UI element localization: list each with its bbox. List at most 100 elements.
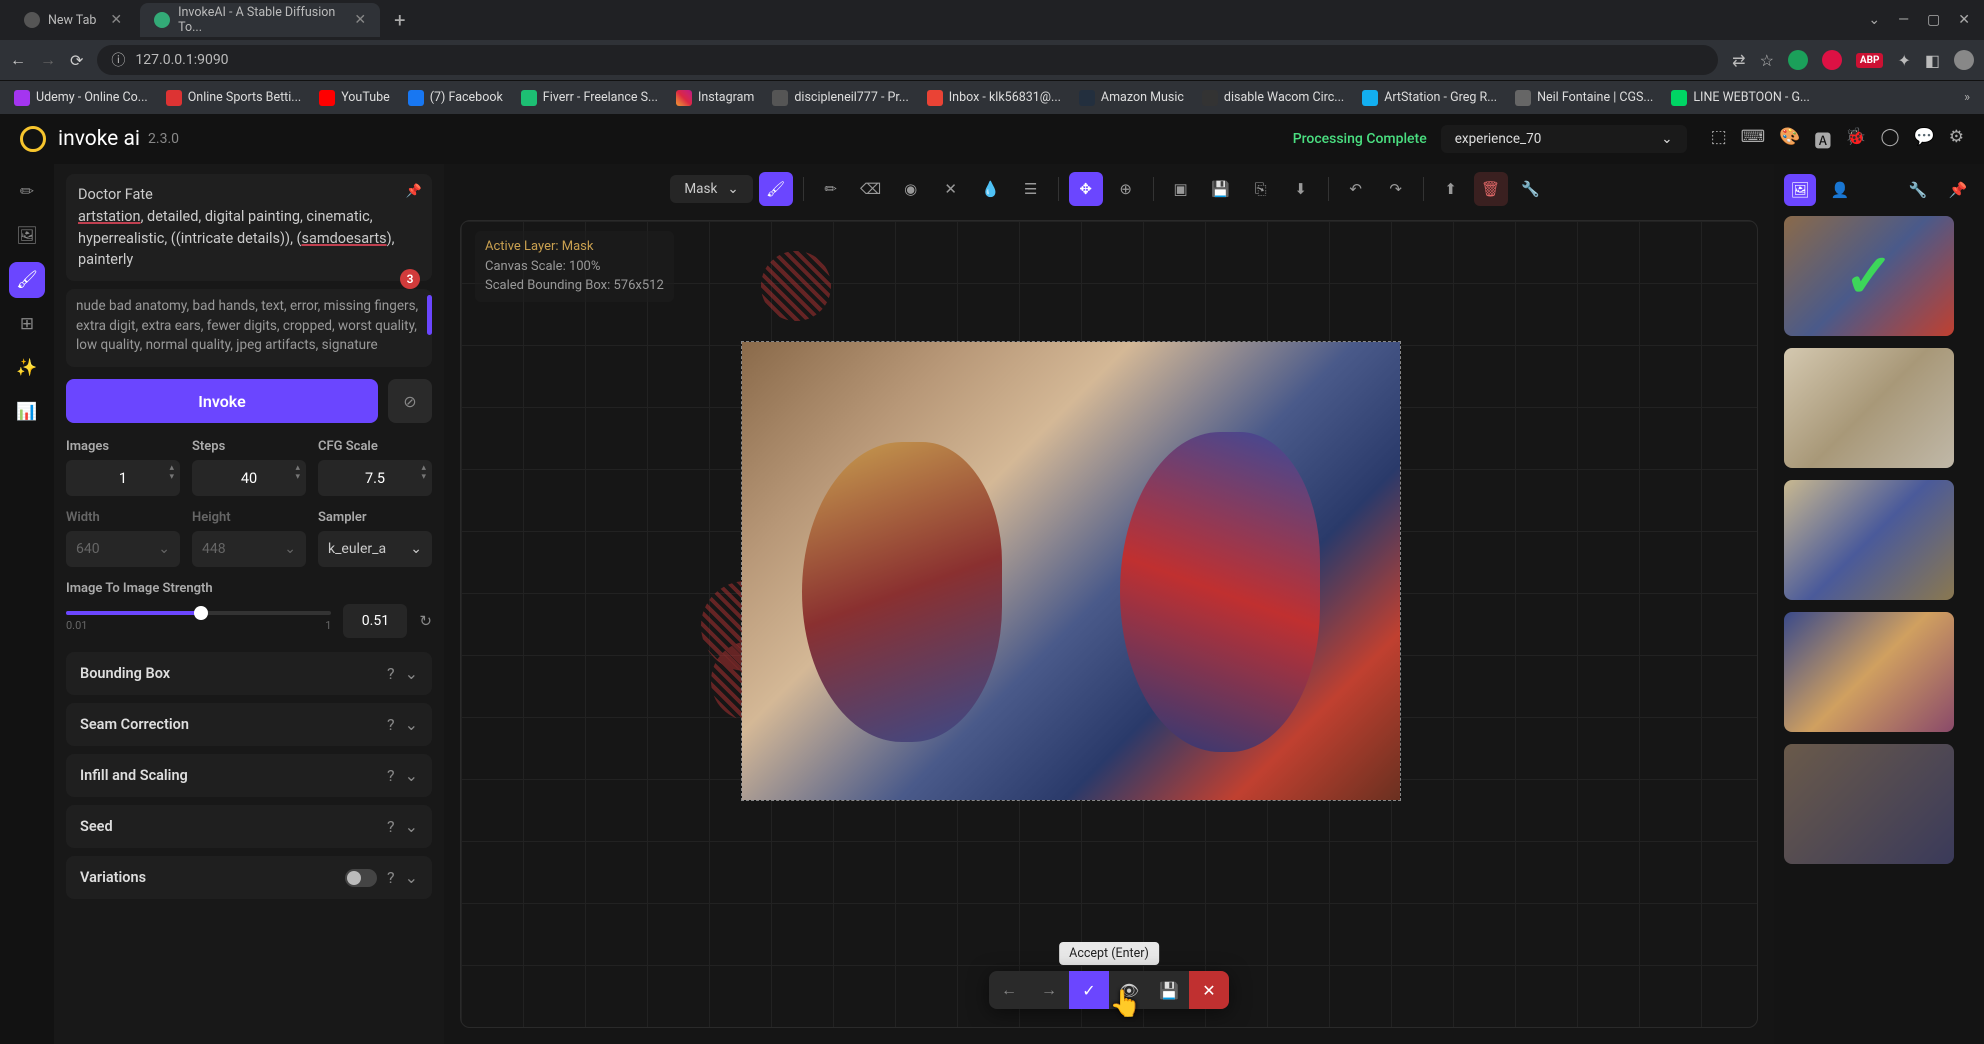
- gallery-tab-results-icon[interactable]: 🖼: [1784, 174, 1816, 206]
- reload-icon[interactable]: ⟳: [70, 51, 83, 70]
- rail-img2img-icon[interactable]: 🖼: [9, 218, 45, 254]
- minimize-icon[interactable]: —: [1898, 12, 1909, 28]
- width-select[interactable]: 640⌄: [66, 531, 180, 567]
- reset-icon[interactable]: ↻: [419, 612, 432, 630]
- undo-icon[interactable]: ↶: [1339, 172, 1373, 206]
- bookmark-sports[interactable]: Online Sports Betti...: [166, 90, 302, 106]
- bug-icon[interactable]: 🐞: [1845, 127, 1866, 152]
- bookmark-wacom[interactable]: disable Wacom Circ...: [1202, 90, 1344, 106]
- copy-icon[interactable]: ⎘: [1244, 172, 1278, 206]
- gallery-thumb[interactable]: [1784, 612, 1954, 732]
- negative-prompt-input[interactable]: nude bad anatomy, bad hands, text, error…: [66, 289, 432, 367]
- extension-icon[interactable]: [1788, 50, 1808, 70]
- redo-icon[interactable]: ↷: [1379, 172, 1413, 206]
- gallery-thumb[interactable]: ✓: [1784, 216, 1954, 336]
- chevron-down-icon[interactable]: ⌄: [1868, 12, 1880, 28]
- pencil-icon[interactable]: ✏: [814, 172, 848, 206]
- trash-icon[interactable]: 🗑: [1474, 172, 1508, 206]
- bookmark-udemy[interactable]: Udemy - Online Co...: [14, 90, 148, 106]
- bookmark-cgs[interactable]: Neil Fontaine | CGS...: [1515, 90, 1653, 106]
- slider-thumb[interactable]: [194, 606, 208, 620]
- accordion-seed[interactable]: Seed ?⌄: [66, 805, 432, 848]
- gallery-settings-icon[interactable]: 🔧: [1902, 174, 1934, 206]
- tab-close-icon[interactable]: ✕: [354, 12, 366, 28]
- url-input[interactable]: ⓘ 127.0.0.1:9090: [97, 45, 1718, 75]
- bookmark-disciple[interactable]: discipleneil777 - Pr...: [772, 90, 908, 106]
- back-icon[interactable]: ←: [10, 50, 26, 70]
- accordion-variations[interactable]: Variations ?⌄: [66, 856, 432, 899]
- help-icon[interactable]: ?: [387, 766, 395, 785]
- gallery-thumb[interactable]: [1784, 480, 1954, 600]
- github-icon[interactable]: ◯: [1881, 127, 1900, 152]
- discord-icon[interactable]: 💬: [1914, 127, 1935, 152]
- help-icon[interactable]: ?: [387, 664, 395, 683]
- bookmark-artstation[interactable]: ArtStation - Greg R...: [1362, 90, 1497, 106]
- maximize-icon[interactable]: ▢: [1927, 12, 1940, 28]
- eraser-icon[interactable]: ⌫: [854, 172, 888, 206]
- close-icon[interactable]: ✕: [1958, 12, 1970, 28]
- rail-txt2img-icon[interactable]: ✏: [9, 174, 45, 210]
- rail-canvas-icon[interactable]: 🖌: [9, 262, 45, 298]
- bookmark-instagram[interactable]: Instagram: [676, 90, 754, 106]
- language-icon[interactable]: 🅰: [1814, 127, 1831, 152]
- staging-prev-icon[interactable]: ←: [989, 971, 1029, 1009]
- height-select[interactable]: 448⌄: [192, 531, 306, 567]
- gallery-thumb[interactable]: [1784, 744, 1954, 864]
- eyedropper-icon[interactable]: 💧: [974, 172, 1008, 206]
- staging-next-icon[interactable]: →: [1029, 971, 1069, 1009]
- i2i-slider[interactable]: [66, 611, 331, 615]
- bookmarks-overflow-icon[interactable]: »: [1964, 90, 1970, 105]
- profile-avatar[interactable]: [1954, 50, 1974, 70]
- images-input[interactable]: [66, 460, 180, 496]
- new-tab-button[interactable]: +: [384, 8, 415, 32]
- model-select[interactable]: experience_70 ⌄: [1441, 125, 1687, 153]
- accordion-seam[interactable]: Seam Correction ?⌄: [66, 703, 432, 746]
- i2i-value[interactable]: 0.51: [343, 604, 407, 638]
- keyboard-icon[interactable]: ⌨: [1741, 127, 1766, 152]
- pin-icon[interactable]: 📌: [406, 182, 422, 202]
- translate-icon[interactable]: ⇄: [1732, 51, 1745, 70]
- help-icon[interactable]: ?: [387, 868, 395, 887]
- staging-accept-icon[interactable]: ✓: [1069, 971, 1109, 1009]
- staging-save-icon[interactable]: 💾: [1149, 971, 1189, 1009]
- fill-icon[interactable]: ◉: [894, 172, 928, 206]
- variations-toggle[interactable]: [345, 869, 377, 887]
- canvas-viewport[interactable]: Active Layer: Mask Canvas Scale: 100% Sc…: [460, 220, 1758, 1028]
- clear-icon[interactable]: ✕: [934, 172, 968, 206]
- transform-icon[interactable]: ⊕: [1109, 172, 1143, 206]
- palette-icon[interactable]: 🎨: [1779, 127, 1800, 152]
- help-icon[interactable]: ?: [387, 817, 395, 836]
- sampler-select[interactable]: k_euler_a⌄: [318, 531, 432, 567]
- tab-close-icon[interactable]: ✕: [110, 12, 122, 28]
- upload-icon[interactable]: ⬆: [1434, 172, 1468, 206]
- bookmark-inbox[interactable]: Inbox - klk56831@...: [927, 90, 1061, 106]
- rail-postprocess-icon[interactable]: ✨: [9, 350, 45, 386]
- settings-icon[interactable]: ⚙: [1949, 127, 1964, 152]
- browser-tab-newtab[interactable]: New Tab ✕: [10, 3, 136, 37]
- adblock-icon[interactable]: ABP: [1856, 53, 1884, 68]
- staging-show-icon[interactable]: 👁: [1109, 971, 1149, 1009]
- download-icon[interactable]: ⬇: [1284, 172, 1318, 206]
- brush-tool-icon[interactable]: 🖌: [759, 172, 793, 206]
- bookmark-youtube[interactable]: YouTube: [319, 90, 390, 106]
- accordion-bounding-box[interactable]: Bounding Box ?⌄: [66, 652, 432, 695]
- gallery-thumb[interactable]: [1784, 348, 1954, 468]
- save-icon[interactable]: 💾: [1204, 172, 1238, 206]
- canvas-bounding-box[interactable]: [741, 341, 1401, 801]
- wrench-icon[interactable]: 🔧: [1514, 172, 1548, 206]
- staging-discard-icon[interactable]: ✕: [1189, 971, 1229, 1009]
- invoke-button[interactable]: Invoke: [66, 379, 378, 423]
- gallery-tab-user-icon[interactable]: 👤: [1824, 174, 1856, 206]
- extensions-icon[interactable]: ✦: [1897, 51, 1910, 70]
- rail-training-icon[interactable]: 📊: [9, 394, 45, 430]
- help-icon[interactable]: ?: [387, 715, 395, 734]
- move-tool-icon[interactable]: ✥: [1069, 172, 1103, 206]
- bookmark-amazon-music[interactable]: Amazon Music: [1079, 90, 1184, 106]
- settings-lines-icon[interactable]: ☰: [1014, 172, 1048, 206]
- layer-select[interactable]: Mask⌄: [670, 175, 752, 203]
- cfg-input[interactable]: [318, 460, 432, 496]
- star-icon[interactable]: ☆: [1760, 51, 1774, 70]
- accordion-infill[interactable]: Infill and Scaling ?⌄: [66, 754, 432, 797]
- cube-icon[interactable]: ⬚: [1711, 127, 1727, 152]
- extension-icon[interactable]: [1822, 50, 1842, 70]
